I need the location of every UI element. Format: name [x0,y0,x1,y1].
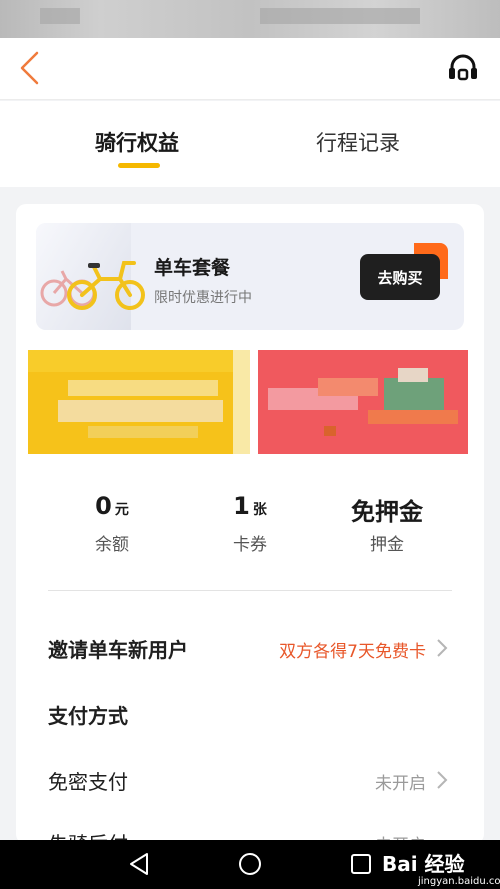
pixel-block [88,426,198,438]
password-free-payment-row[interactable]: 免密支付 未开启 [48,758,452,798]
pixel-block [28,350,250,372]
promo-title: 单车套餐 [154,257,231,279]
pixel-block [318,378,378,396]
balance-label: 余额 [95,535,129,555]
pixel-block [324,426,336,436]
status-bar-blur [40,8,80,24]
password-free-status: 未开启 [375,774,426,794]
coupons-stat[interactable]: 1张 卡券 [195,492,305,555]
promo-banner-left[interactable] [28,350,250,454]
payment-method-title: 支付方式 [48,704,128,728]
pixel-block [68,380,218,396]
buy-button[interactable]: 去购买 [360,254,440,300]
status-bar-blur [260,8,420,24]
top-navigation-bar [0,38,500,100]
pixel-block [233,350,250,454]
chevron-right-icon [437,639,448,657]
watermark-url: jingyan.baidu.com [418,876,500,887]
baidu-jingyan-watermark: Bai 经验 [382,852,465,876]
deposit-label: 押金 [370,535,404,555]
coupons-label: 卡券 [233,535,267,555]
balance-stat[interactable]: 0元 余额 [57,492,167,555]
pixel-block [398,368,428,382]
chevron-right-icon [437,771,448,789]
status-bar [0,0,500,38]
system-back-icon[interactable] [128,852,150,876]
active-tab-indicator [118,163,160,168]
pixel-block [58,400,223,422]
payment-method-header: 支付方式 [48,692,452,732]
promo-subtitle: 限时优惠进行中 [154,290,252,306]
coupons-unit: 张 [252,502,267,518]
deposit-stat[interactable]: 免押金 押金 [332,492,442,555]
coupons-value: 1 [233,492,250,520]
ride-first-label: 先骑后付 [48,828,128,840]
system-navigation-bar: Bai 经验 jingyan.baidu.com [0,840,500,889]
tab-bar: 骑行权益 行程记录 [0,101,500,187]
password-free-label: 免密支付 [48,770,128,794]
deposit-value: 免押金 [351,498,423,526]
bike-illustration-icon [40,261,145,310]
promo-banner-right[interactable] [258,350,468,454]
bike-package-promo[interactable]: 单车套餐 限时优惠进行中 去购买 [36,223,464,330]
balance-unit: 元 [114,502,129,518]
system-home-icon[interactable] [238,852,262,876]
pixel-block [368,410,458,424]
back-arrow-icon[interactable] [14,50,50,86]
invite-label: 邀请单车新用户 [48,638,188,662]
invite-new-user-row[interactable]: 邀请单车新用户 双方各得7天免费卡 [48,626,452,666]
balance-value: 0 [95,492,112,520]
customer-service-headset-icon[interactable] [446,52,480,86]
invite-reward-text: 双方各得7天免费卡 [279,642,426,662]
tab-riding-benefits[interactable]: 骑行权益 [95,127,179,157]
ride-first-pay-later-row[interactable]: 先骑后付 未开启 [48,820,452,840]
divider [48,590,452,591]
ride-first-status: 未开启 [375,831,426,840]
system-recent-apps-icon[interactable] [350,853,372,875]
tab-trip-records[interactable]: 行程记录 [316,127,400,157]
